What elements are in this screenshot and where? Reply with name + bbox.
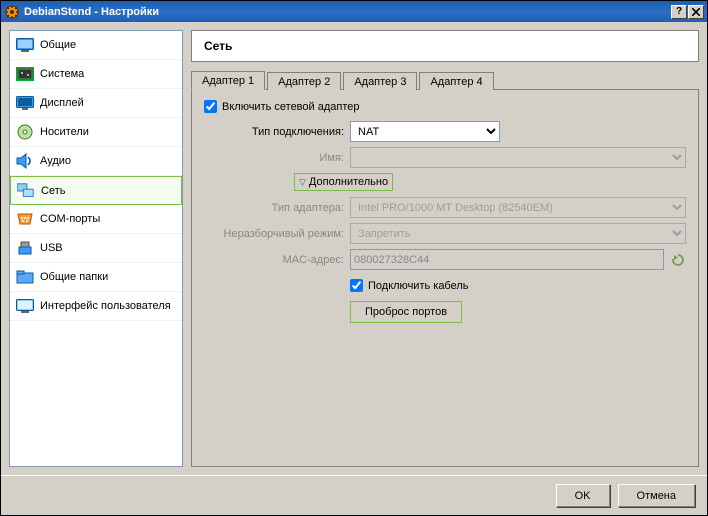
sidebar-item-label: Сеть [41, 185, 65, 197]
attach-select[interactable]: NAT [350, 121, 500, 142]
cable-row: Подключить кабель [204, 275, 686, 296]
advanced-toggle[interactable]: ▽ Дополнительно [294, 173, 393, 191]
sidebar-item-network[interactable]: Сеть [10, 176, 182, 205]
main-panel: Сеть Адаптер 1 Адаптер 2 Адаптер 3 Адапт… [191, 30, 699, 467]
mac-refresh-button[interactable] [669, 251, 686, 269]
app-icon [4, 4, 20, 20]
sidebar-item-audio[interactable]: Аудио [10, 147, 182, 176]
adapter-tabs: Адаптер 1 Адаптер 2 Адаптер 3 Адаптер 4 [191, 68, 699, 90]
sidebar-item-system[interactable]: Система [10, 60, 182, 89]
sidebar-item-label: Интерфейс пользователя [40, 300, 171, 312]
enable-adapter-row: Включить сетевой адаптер [204, 100, 686, 113]
cancel-button[interactable]: Отмена [618, 484, 695, 507]
mac-row: MAC-адрес: [204, 249, 686, 270]
dialog-footer: OK Отмена [1, 475, 707, 515]
sidebar-item-interface[interactable]: Интерфейс пользователя [10, 292, 182, 321]
adapter-type-label: Тип адаптера: [220, 202, 350, 214]
adapter-type-row: Тип адаптера: Intel PRO/1000 MT Desktop … [204, 197, 686, 218]
sidebar-item-shared-folders[interactable]: Общие папки [10, 263, 182, 292]
sidebar-item-general[interactable]: Общие [10, 31, 182, 60]
sidebar-item-label: Носители [40, 126, 89, 138]
sidebar-item-usb[interactable]: USB [10, 234, 182, 263]
sidebar-item-display[interactable]: Дисплей [10, 89, 182, 118]
name-label: Имя: [220, 152, 350, 164]
advanced-row: ▽ Дополнительно [204, 173, 686, 191]
close-button[interactable] [688, 5, 704, 19]
sidebar-item-label: Общие [40, 39, 76, 51]
serial-icon [16, 210, 34, 228]
chevron-down-icon: ▽ [299, 177, 306, 188]
titlebar: DebianStend - Настройки ? [1, 1, 707, 22]
port-forwarding-button[interactable]: Проброс портов [350, 301, 462, 323]
sidebar-item-storage[interactable]: Носители [10, 118, 182, 147]
settings-window: DebianStend - Настройки ? Общие Система … [0, 0, 708, 516]
page-title: Сеть [204, 39, 686, 53]
sidebar-item-label: Дисплей [40, 97, 84, 109]
tab-content: Включить сетевой адаптер Тип подключения… [191, 90, 699, 467]
adapter-type-select: Intel PRO/1000 MT Desktop (82540EM) [350, 197, 686, 218]
portfw-row: Проброс портов [204, 301, 686, 323]
sidebar-item-label: USB [40, 242, 63, 254]
network-icon [17, 182, 35, 200]
enable-adapter-checkbox[interactable] [204, 100, 217, 113]
cable-checkbox[interactable] [350, 279, 363, 292]
cable-label: Подключить кабель [368, 280, 469, 292]
tab-adapter-4[interactable]: Адаптер 4 [419, 72, 493, 90]
promisc-label: Неразборчивый режим: [220, 228, 350, 240]
folder-icon [16, 268, 34, 286]
name-select [350, 147, 686, 168]
attach-label: Тип подключения: [220, 126, 350, 138]
audio-icon [16, 152, 34, 170]
general-icon [16, 36, 34, 54]
tab-adapter-3[interactable]: Адаптер 3 [343, 72, 417, 90]
sidebar-item-label: Аудио [40, 155, 71, 167]
enable-adapter-label: Включить сетевой адаптер [222, 101, 359, 113]
sidebar-item-label: Система [40, 68, 84, 80]
sidebar-item-serial[interactable]: COM-порты [10, 205, 182, 234]
usb-icon [16, 239, 34, 257]
sidebar-item-label: Общие папки [40, 271, 108, 283]
dialog-body: Общие Система Дисплей Носители Аудио Сет… [1, 22, 707, 475]
system-icon [16, 65, 34, 83]
help-button[interactable]: ? [671, 5, 687, 19]
interface-icon [16, 297, 34, 315]
tab-adapter-1[interactable]: Адаптер 1 [191, 71, 265, 90]
promisc-select: Запретить [350, 223, 686, 244]
ok-button[interactable]: OK [556, 484, 610, 507]
promisc-row: Неразборчивый режим: Запретить [204, 223, 686, 244]
page-title-box: Сеть [191, 30, 699, 62]
mac-label: MAC-адрес: [220, 254, 350, 266]
titlebar-buttons: ? [671, 5, 704, 19]
display-icon [16, 94, 34, 112]
sidebar: Общие Система Дисплей Носители Аудио Сет… [9, 30, 183, 467]
sidebar-item-label: COM-порты [40, 213, 100, 225]
window-title: DebianStend - Настройки [24, 6, 671, 18]
tab-adapter-2[interactable]: Адаптер 2 [267, 72, 341, 90]
advanced-label: Дополнительно [309, 176, 388, 188]
storage-icon [16, 123, 34, 141]
name-row: Имя: [204, 147, 686, 168]
attach-row: Тип подключения: NAT [204, 121, 686, 142]
mac-input [350, 249, 664, 270]
